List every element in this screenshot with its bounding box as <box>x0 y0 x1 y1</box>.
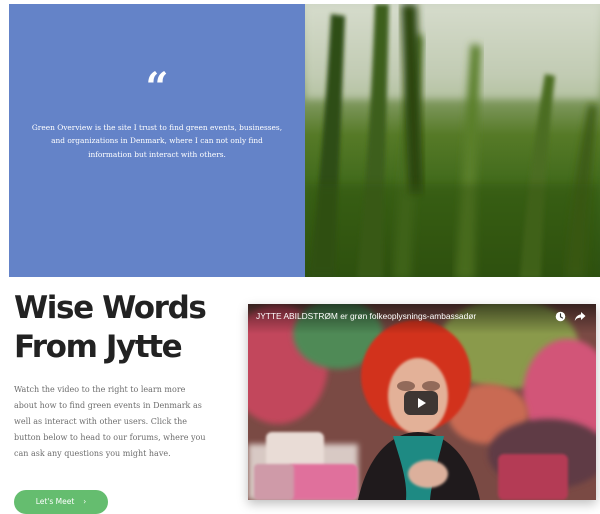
quote-icon: “ <box>145 64 169 111</box>
quote-line: and organizations in Denmark, where I ca… <box>51 136 263 146</box>
section-description: Watch the video to the right to learn mo… <box>14 382 219 462</box>
quote-line: Green Overview is the site I trust to fi… <box>31 123 283 132</box>
heading-line: Wise Words <box>14 290 207 326</box>
play-button[interactable] <box>404 391 438 415</box>
video-title[interactable]: JYTTE ABILDSTRØM er grøn folkeoplysnings… <box>256 311 476 321</box>
description-line: Watch the video to the right to learn mo… <box>14 385 186 394</box>
description-line: about how to find green events in Denmar… <box>14 401 202 410</box>
section-heading: Wise Words From Jytte <box>14 289 207 367</box>
description-line: can ask any questions you might have. <box>14 449 171 458</box>
share-icon[interactable] <box>574 311 586 322</box>
video-player[interactable]: JYTTE ABILDSTRØM er grøn folkeoplysnings… <box>248 304 596 500</box>
description-line: button below to head to our forums, wher… <box>14 433 206 442</box>
button-label: Let's Meet <box>35 497 75 506</box>
quote-line: information but interact with others. <box>88 149 226 159</box>
play-icon <box>418 398 426 408</box>
lets-meet-button[interactable]: Let's Meet › <box>14 490 108 514</box>
grass-photo <box>305 4 600 277</box>
grass-illustration <box>305 4 600 277</box>
clock-icon[interactable] <box>555 311 566 322</box>
testimonial-quote: Green Overview is the site I trust to fi… <box>25 121 289 161</box>
chevron-right-icon: › <box>83 497 87 506</box>
heading-line: From Jytte <box>14 329 183 365</box>
testimonial-panel: “ Green Overview is the site I trust to … <box>9 4 305 277</box>
description-line: well as interact with other users. Click… <box>14 417 187 426</box>
